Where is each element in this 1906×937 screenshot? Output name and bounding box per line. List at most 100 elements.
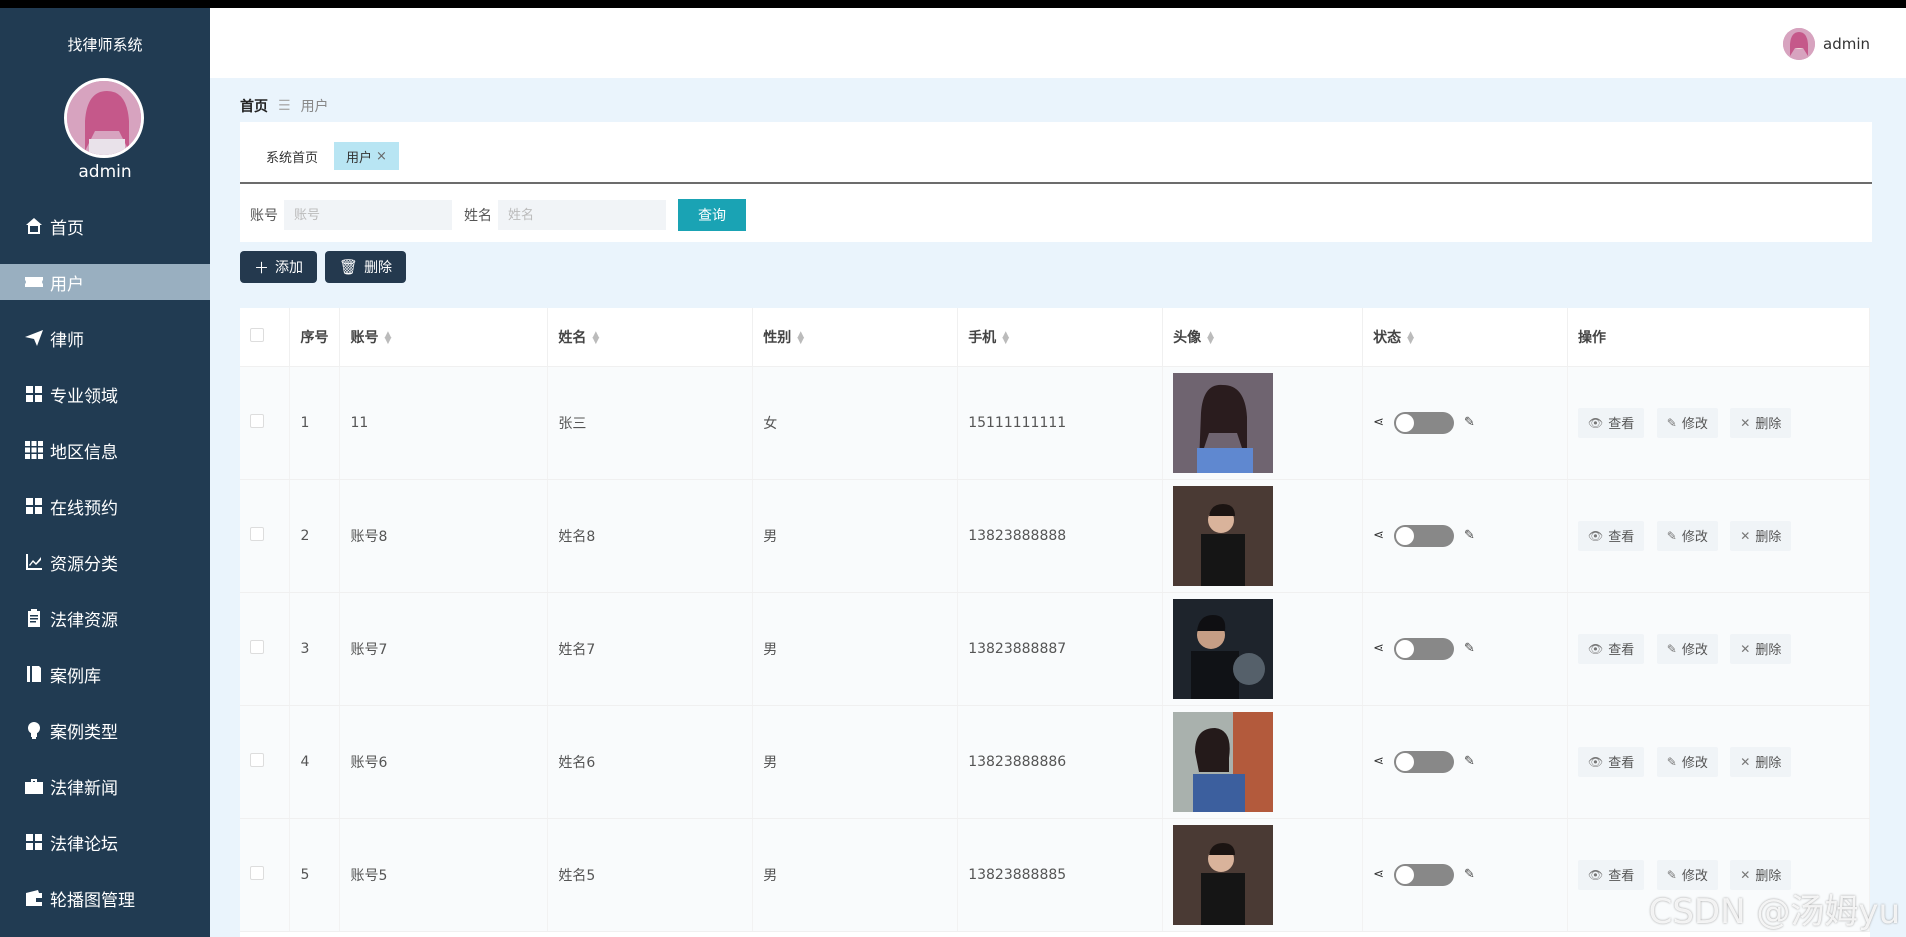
pencil-icon[interactable]: ✎ xyxy=(1464,641,1475,656)
view-button[interactable]: 👁 查看 xyxy=(1578,520,1645,551)
delete-button[interactable]: ✕ 删除 xyxy=(1730,633,1792,664)
sidebar-item-home[interactable]: 首页 xyxy=(0,208,210,244)
cell-status: ⋖ ✎ xyxy=(1362,705,1569,819)
name-label: 姓名 xyxy=(464,208,492,224)
share-icon[interactable]: ⋖ xyxy=(1373,528,1384,543)
sidebar-item-users[interactable]: 用户 xyxy=(0,264,210,300)
tab-users[interactable]: 用户 × xyxy=(334,142,399,170)
sort-icon[interactable]: ▲ ▼ xyxy=(592,330,599,345)
cell-name: 姓名8 xyxy=(547,479,754,593)
eye-icon: 👁 xyxy=(1588,754,1604,769)
delete-label: 删除 xyxy=(1755,756,1782,771)
cell-ops: 👁 查看 ✎ 修改 ✕ 删除 xyxy=(1567,705,1870,819)
pencil-icon[interactable]: ✎ xyxy=(1464,754,1475,769)
sidebar-item-resource-categories[interactable]: 资源分类 xyxy=(0,544,210,580)
avatar-photo[interactable] xyxy=(1173,372,1274,473)
row-checkbox[interactable] xyxy=(250,639,264,654)
cell-ops: 👁 查看 ✎ 修改 ✕ 删除 xyxy=(1567,592,1870,706)
row-checkbox[interactable] xyxy=(250,752,264,767)
view-button[interactable]: 👁 查看 xyxy=(1578,859,1645,890)
status-toggle[interactable] xyxy=(1394,411,1454,434)
cell-phone: 13823888886 xyxy=(957,705,1164,819)
avatar-photo[interactable] xyxy=(1173,824,1274,925)
query-button[interactable]: 查询 xyxy=(678,199,746,231)
cell-name: 姓名5 xyxy=(547,818,754,932)
header-avatar[interactable]: 头像 ▲ ▼ xyxy=(1162,308,1364,367)
avatar-photo[interactable] xyxy=(1173,485,1274,586)
sidebar-item-fields[interactable]: 专业领域 xyxy=(0,376,210,412)
sidebar-item-label: 轮播图管理 xyxy=(50,890,135,911)
select-all-checkbox[interactable] xyxy=(250,327,264,342)
sort-icon[interactable]: ▲ ▼ xyxy=(384,330,391,345)
edit-button[interactable]: ✎ 修改 xyxy=(1656,520,1718,551)
send-icon xyxy=(25,330,43,346)
status-toggle[interactable] xyxy=(1394,637,1454,660)
sidebar-item-regions[interactable]: 地区信息 xyxy=(0,432,210,468)
eye-icon: 👁 xyxy=(1588,641,1604,656)
sidebar-item-carousel[interactable]: 轮播图管理 xyxy=(0,880,210,916)
add-button-label: 添加 xyxy=(275,260,304,276)
sort-icon[interactable]: ▲ ▼ xyxy=(1207,330,1214,345)
view-button[interactable]: 👁 查看 xyxy=(1578,407,1645,438)
share-icon[interactable]: ⋖ xyxy=(1373,415,1384,430)
delete-button-label: 删除 xyxy=(364,260,393,276)
status-toggle[interactable] xyxy=(1394,863,1454,886)
cell-status: ⋖ ✎ xyxy=(1362,592,1569,706)
header-gender[interactable]: 性别 ▲ ▼ xyxy=(752,308,959,367)
account-search-input[interactable] xyxy=(284,200,452,230)
share-icon[interactable]: ⋖ xyxy=(1373,754,1384,769)
header-phone[interactable]: 手机 ▲ ▼ xyxy=(957,308,1164,367)
tab-system-home[interactable]: 系统首页 xyxy=(254,142,330,170)
view-button[interactable]: 👁 查看 xyxy=(1578,633,1645,664)
row-select-cell xyxy=(240,818,291,932)
sort-icon[interactable]: ▲ ▼ xyxy=(797,330,804,345)
share-icon[interactable]: ⋖ xyxy=(1373,867,1384,882)
header-user-menu[interactable]: admin xyxy=(1783,28,1870,60)
row-select-cell xyxy=(240,705,291,819)
cell-account: 账号6 xyxy=(339,705,549,819)
cell-account: 账号8 xyxy=(339,479,549,593)
view-button[interactable]: 👁 查看 xyxy=(1578,746,1645,777)
delete-button[interactable]: ✕ 删除 xyxy=(1730,746,1792,777)
header-ops-label: 操作 xyxy=(1578,329,1607,346)
breadcrumb-home[interactable]: 首页 xyxy=(240,96,268,116)
sidebar-item-legal-resources[interactable]: 法律资源 xyxy=(0,600,210,636)
share-icon[interactable]: ⋖ xyxy=(1373,641,1384,656)
sidebar-item-lawyers[interactable]: 律师 xyxy=(0,320,210,356)
cell-account: 账号7 xyxy=(339,592,549,706)
sidebar-item-label: 地区信息 xyxy=(50,442,118,463)
header-status[interactable]: 状态 ▲ ▼ xyxy=(1362,308,1569,367)
sidebar-item-case-types[interactable]: 案例类型 xyxy=(0,712,210,748)
avatar-photo[interactable] xyxy=(1173,598,1274,699)
status-toggle[interactable] xyxy=(1394,750,1454,773)
sort-icon[interactable]: ▲ ▼ xyxy=(1407,330,1414,345)
sort-icon[interactable]: ▲ ▼ xyxy=(1002,330,1009,345)
row-checkbox[interactable] xyxy=(250,526,264,541)
name-search-input[interactable] xyxy=(498,200,666,230)
header-account[interactable]: 账号 ▲ ▼ xyxy=(339,308,549,367)
edit-button[interactable]: ✎ 修改 xyxy=(1656,633,1718,664)
bulb-icon xyxy=(28,722,40,739)
sidebar-item-case-library[interactable]: 案例库 xyxy=(0,656,210,692)
edit-button[interactable]: ✎ 修改 xyxy=(1656,746,1718,777)
status-toggle[interactable] xyxy=(1394,524,1454,547)
edit-button[interactable]: ✎ 修改 xyxy=(1656,407,1718,438)
pencil-icon[interactable]: ✎ xyxy=(1464,528,1475,543)
header-name[interactable]: 姓名 ▲ ▼ xyxy=(547,308,754,367)
watermark: CSDN @汤姆yu xyxy=(1648,892,1900,932)
close-icon[interactable]: × xyxy=(376,149,387,164)
cell-status: ⋖ ✎ xyxy=(1362,366,1569,480)
row-checkbox[interactable] xyxy=(250,865,264,880)
sidebar-item-legal-forum[interactable]: 法律论坛 xyxy=(0,824,210,860)
sidebar-item-appointments[interactable]: 在线预约 xyxy=(0,488,210,524)
pencil-icon[interactable]: ✎ xyxy=(1464,867,1475,882)
cell-avatar xyxy=(1162,366,1364,480)
add-button[interactable]: ＋ 添加 xyxy=(240,251,318,283)
pencil-icon[interactable]: ✎ xyxy=(1464,415,1475,430)
delete-button[interactable]: ✕ 删除 xyxy=(1730,520,1792,551)
delete-button[interactable]: ✕ 删除 xyxy=(1730,407,1792,438)
avatar-photo[interactable] xyxy=(1173,711,1274,812)
sidebar-item-legal-news[interactable]: 法律新闻 xyxy=(0,768,210,804)
batch-delete-button[interactable]: 🗑 删除 xyxy=(325,251,407,283)
row-checkbox[interactable] xyxy=(250,413,264,428)
